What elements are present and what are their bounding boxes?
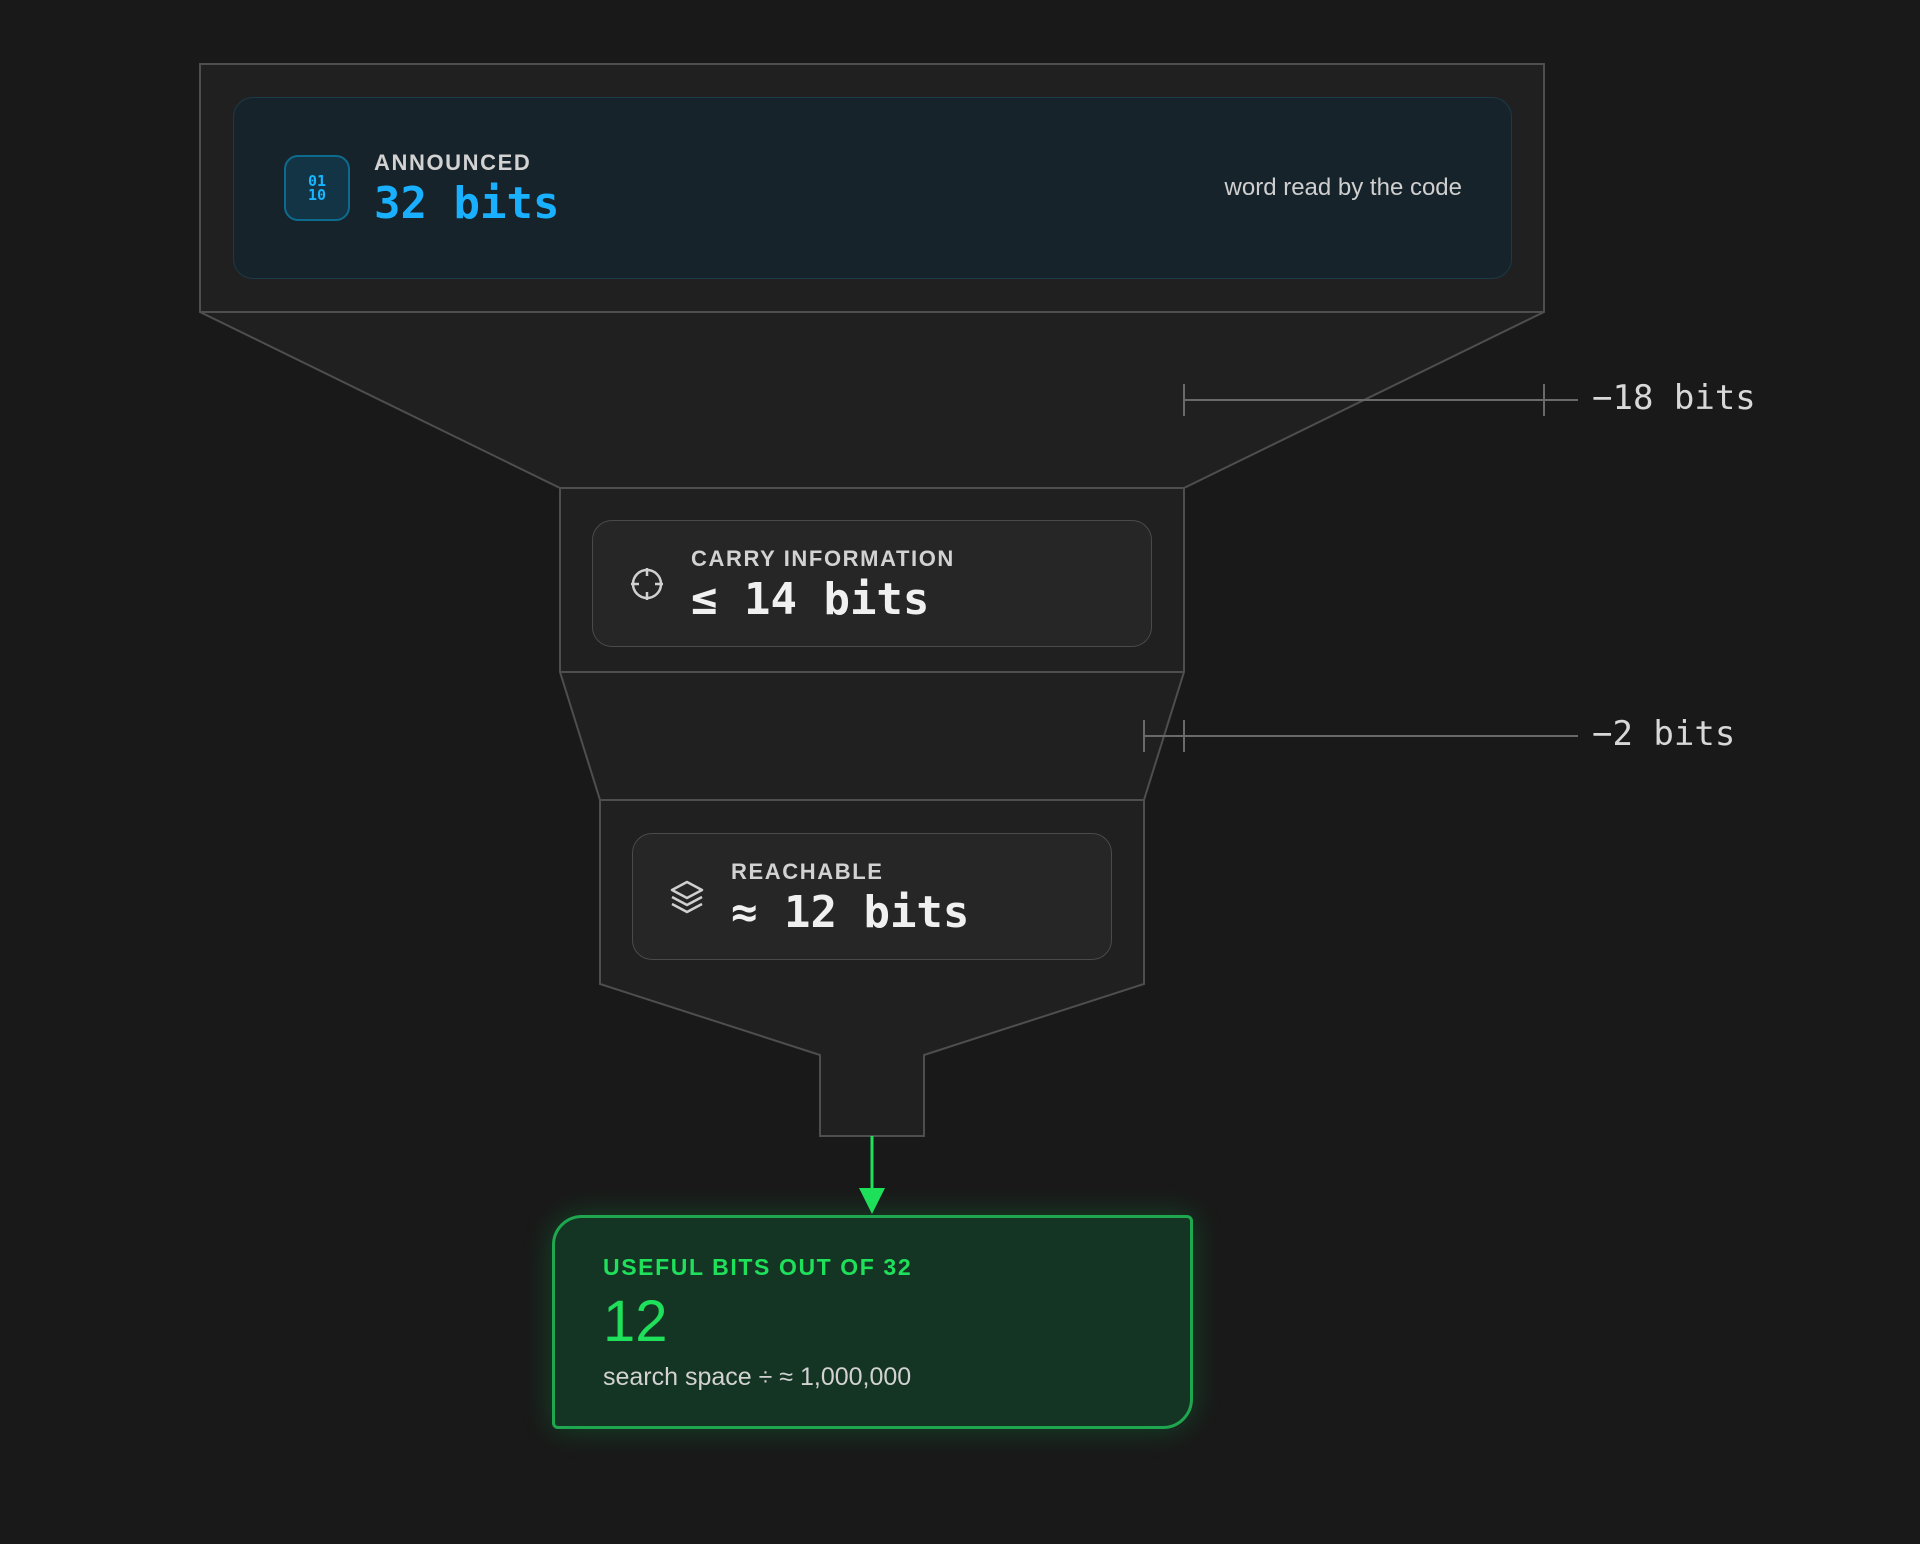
stage-carry-information: CARRY INFORMATION ≤ 14 bits xyxy=(592,520,1152,647)
result-value: 12 xyxy=(603,1289,668,1354)
stage-note: word read by the code xyxy=(1224,174,1462,201)
stage-value: ≈ 12 bits xyxy=(731,886,970,938)
stage-reachable: REACHABLE ≈ 12 bits xyxy=(632,833,1112,960)
crosshair-icon xyxy=(627,564,667,604)
result-card: USEFUL BITS OUT OF 32 12 search space ÷ … xyxy=(552,1215,1193,1429)
drop-measure-2 xyxy=(1143,720,1578,752)
layers-icon xyxy=(667,877,707,917)
drop-label-2: −2 bits xyxy=(1592,714,1736,754)
binary-icon: 01 10 xyxy=(284,155,350,221)
flow-arrow xyxy=(859,1136,885,1214)
stage-value: ≤ 14 bits xyxy=(691,573,930,625)
stage-label: ANNOUNCED xyxy=(374,150,532,175)
result-label: USEFUL BITS OUT OF 32 xyxy=(603,1254,913,1280)
stage-announced: 01 10 ANNOUNCED 32 bits word read by the… xyxy=(233,97,1512,279)
drop-label-1: −18 bits xyxy=(1592,378,1756,418)
stage-label: CARRY INFORMATION xyxy=(691,545,955,571)
stage-value: 32 bits xyxy=(374,178,560,229)
result-note: search space ÷ ≈ 1,000,000 xyxy=(603,1363,912,1391)
stage-label: REACHABLE xyxy=(731,858,884,884)
